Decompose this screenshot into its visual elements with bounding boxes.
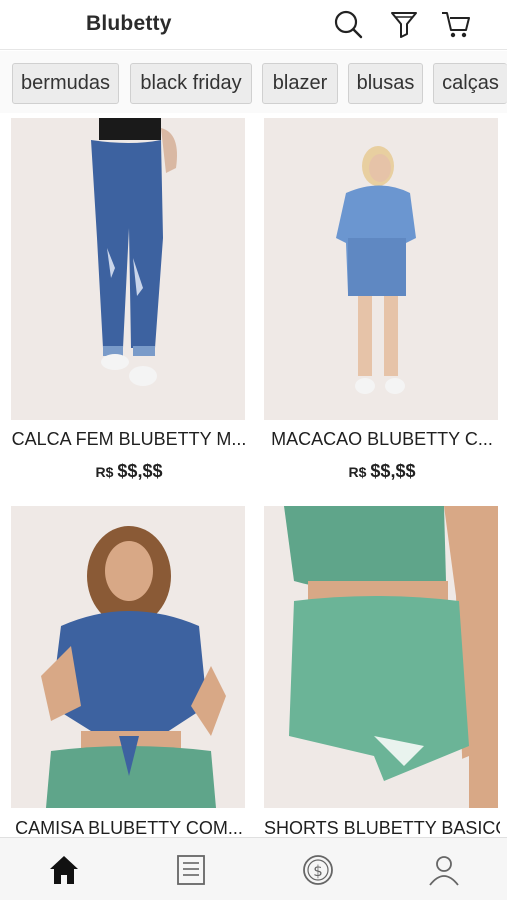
chip-black-friday[interactable]: black friday bbox=[130, 63, 252, 104]
currency-label: R$ bbox=[95, 464, 114, 480]
product-card[interactable]: SHORTS BLUBETTY BASICO bbox=[264, 506, 500, 837]
cart-icon[interactable] bbox=[440, 8, 472, 40]
chip-blusas[interactable]: blusas bbox=[348, 63, 423, 104]
home-icon[interactable] bbox=[46, 852, 82, 888]
product-name[interactable]: CALCA FEM BLUBETTY M... bbox=[11, 429, 247, 450]
brand-logo[interactable]: Blubetty bbox=[86, 12, 172, 36]
product-image[interactable] bbox=[11, 506, 245, 808]
price-value: $$,$$ bbox=[117, 461, 163, 481]
product-card[interactable]: MACACAO BLUBETTY C... R$ $$,$$ bbox=[264, 118, 500, 488]
product-image[interactable] bbox=[11, 118, 245, 420]
search-icon[interactable] bbox=[332, 8, 364, 40]
product-name[interactable]: CAMISA BLUBETTY COM... bbox=[11, 818, 247, 837]
category-chips: bermudas black friday blazer blusas calç… bbox=[0, 51, 507, 113]
product-price: R$ $$,$$ bbox=[11, 461, 247, 482]
currency-label: R$ bbox=[348, 464, 367, 480]
filter-icon[interactable] bbox=[388, 8, 420, 40]
money-icon[interactable]: $ bbox=[300, 852, 336, 888]
product-name[interactable]: MACACAO BLUBETTY C... bbox=[264, 429, 500, 450]
price-value: $$,$$ bbox=[370, 461, 416, 481]
catalog-icon[interactable] bbox=[173, 852, 209, 888]
product-card[interactable]: CAMISA BLUBETTY COM... bbox=[11, 506, 247, 837]
product-price: R$ $$,$$ bbox=[264, 461, 500, 482]
product-card[interactable]: CALCA FEM BLUBETTY M... R$ $$,$$ bbox=[11, 118, 247, 488]
product-grid: CALCA FEM BLUBETTY M... R$ $$,$$ MACACAO … bbox=[0, 113, 507, 837]
product-name[interactable]: SHORTS BLUBETTY BASICO bbox=[264, 818, 500, 837]
chip-bermudas[interactable]: bermudas bbox=[12, 63, 119, 104]
chip-blazer[interactable]: blazer bbox=[262, 63, 338, 104]
product-image[interactable] bbox=[264, 506, 498, 808]
app-header: Blubetty bbox=[0, 0, 507, 50]
bottom-tab-bar: $ bbox=[0, 837, 507, 900]
product-image[interactable] bbox=[264, 118, 498, 420]
svg-text:$: $ bbox=[313, 862, 323, 880]
profile-icon[interactable] bbox=[426, 852, 462, 888]
chip-calcas[interactable]: calças bbox=[433, 63, 507, 104]
